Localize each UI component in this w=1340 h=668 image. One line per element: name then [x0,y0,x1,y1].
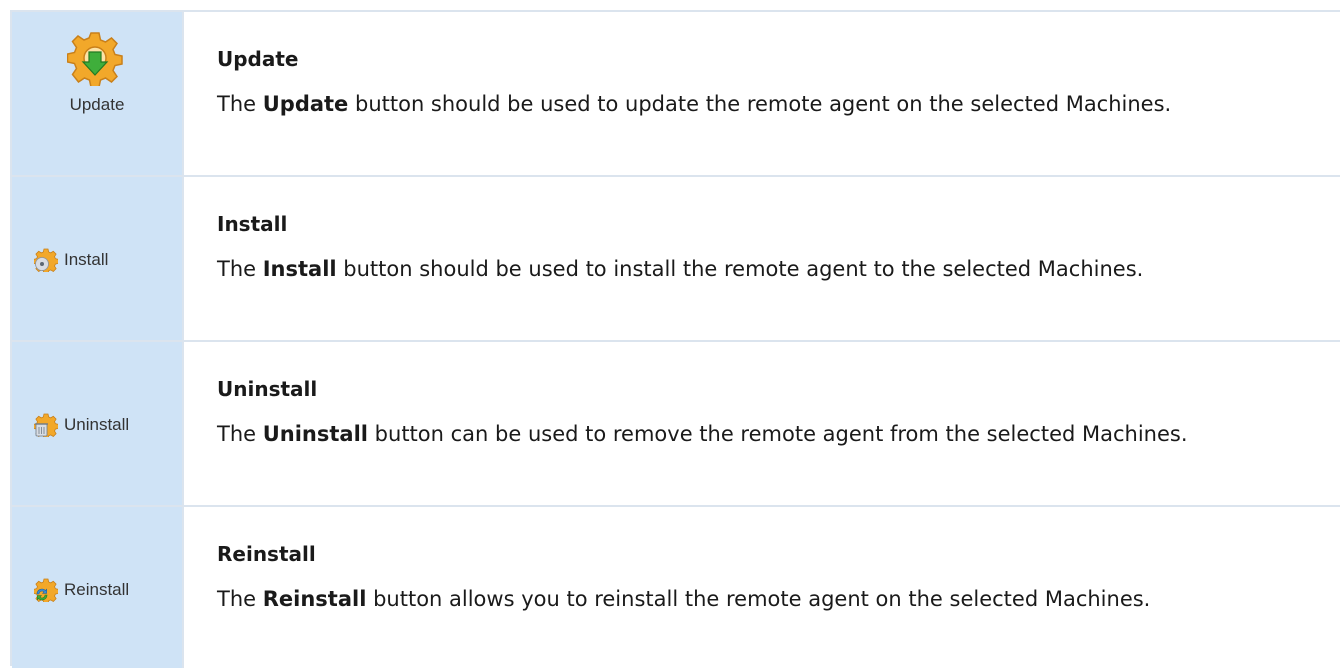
row-description: The Update button should be used to upda… [217,92,1172,116]
reinstall-button-label: Reinstall [64,580,130,599]
row-title: Reinstall [217,542,316,566]
icon-cell: Install [12,177,184,340]
update-button[interactable]: Update [12,12,182,175]
description-cell: Uninstall The Uninstall button can be us… [184,342,1340,505]
description-cell: Install The Install button should be use… [184,177,1340,340]
row-title: Install [217,212,288,236]
description-cell: Reinstall The Reinstall button allows yo… [184,507,1340,668]
reinstall-button[interactable]: Reinstall [34,576,129,604]
table-row-install: Install Install The Install button shoul… [12,177,1340,342]
install-button-label: Install [64,250,109,269]
update-gear-icon [67,32,123,86]
update-button-label: Update [69,95,125,114]
row-description: The Uninstall button can be used to remo… [217,422,1188,446]
table-row-reinstall: Reinstall Reinstall The Reinstall button… [12,507,1340,668]
row-description: The Install button should be used to ins… [217,257,1144,281]
uninstall-gear-icon [34,413,58,437]
row-description: The Reinstall button allows you to reins… [217,587,1151,611]
button-reference-table: Update Update The Update button should b… [10,10,1340,668]
reinstall-gear-icon [34,578,58,602]
install-gear-icon [34,248,58,272]
icon-cell: Uninstall [12,342,184,505]
icon-cell: Reinstall [12,507,184,668]
icon-cell: Update [12,12,184,175]
uninstall-button[interactable]: Uninstall [34,411,129,439]
row-title: Uninstall [217,377,318,401]
table-row-update: Update Update The Update button should b… [12,12,1340,177]
uninstall-button-label: Uninstall [64,415,130,434]
description-cell: Update The Update button should be used … [184,12,1340,175]
row-title: Update [217,47,299,71]
install-button[interactable]: Install [34,246,108,274]
table-row-uninstall: Uninstall Uninstall The Uninstall button… [12,342,1340,507]
